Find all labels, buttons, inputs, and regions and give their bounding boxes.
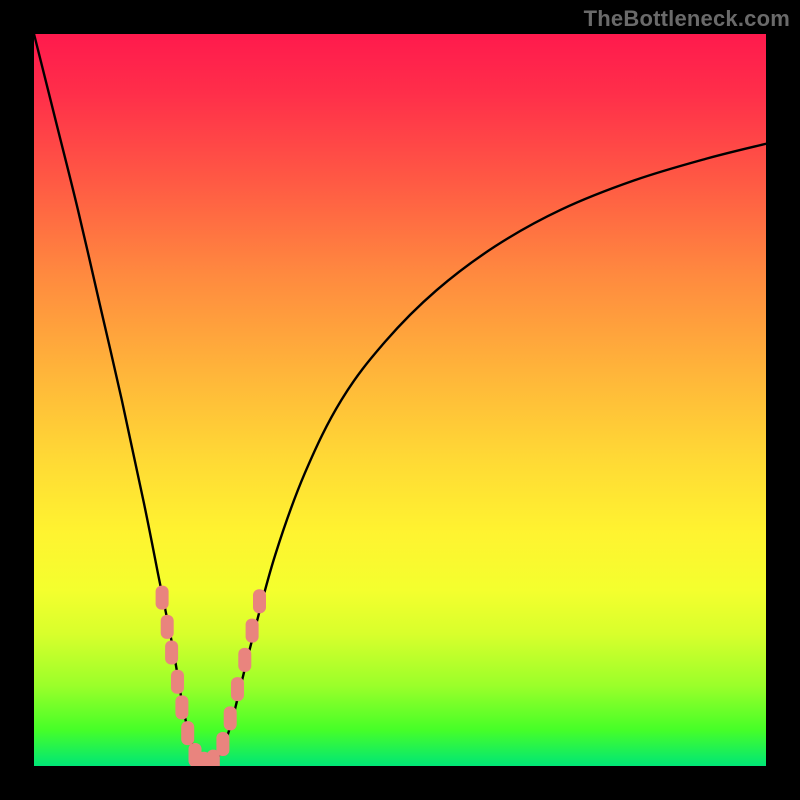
bottleneck-curve bbox=[34, 34, 766, 766]
curve-marker bbox=[171, 670, 184, 694]
curve-marker bbox=[216, 732, 229, 756]
curve-marker bbox=[161, 615, 174, 639]
plot-area bbox=[34, 34, 766, 766]
chart-frame: TheBottleneck.com bbox=[0, 0, 800, 800]
curve-markers bbox=[156, 586, 266, 766]
curve-marker bbox=[224, 706, 237, 730]
curve-marker bbox=[165, 641, 178, 665]
curve-marker bbox=[156, 586, 169, 610]
watermark: TheBottleneck.com bbox=[584, 6, 790, 32]
curve-marker bbox=[253, 589, 266, 613]
curve-marker bbox=[181, 721, 194, 745]
curve-marker bbox=[246, 619, 259, 643]
curve-marker bbox=[238, 648, 251, 672]
curve-layer bbox=[34, 34, 766, 766]
curve-marker bbox=[231, 677, 244, 701]
curve-marker bbox=[175, 695, 188, 719]
curve-line bbox=[34, 34, 766, 766]
